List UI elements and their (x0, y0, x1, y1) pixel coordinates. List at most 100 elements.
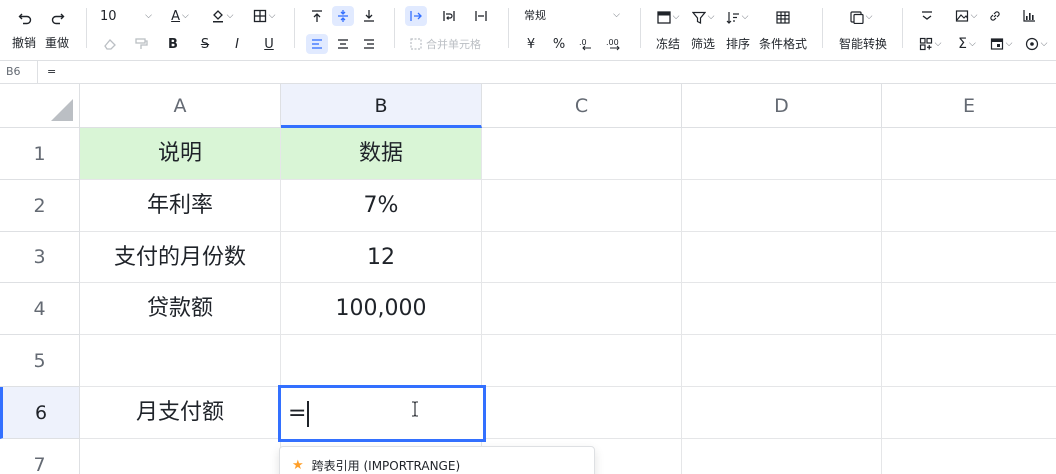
link-icon[interactable] (985, 6, 1005, 26)
pivot-table-icon[interactable]: ⌵ (985, 34, 1017, 54)
row-header-2[interactable]: 2 (0, 180, 80, 232)
smart-convert-button[interactable]: 智能转换 (839, 35, 887, 52)
column-header-b[interactable]: B (281, 84, 482, 128)
align-top-icon[interactable] (306, 6, 328, 26)
autocomplete-item-importrange[interactable]: ★ 跨表引用 (IMPORTRANGE) (292, 457, 460, 474)
chart-icon[interactable] (1018, 6, 1040, 26)
sum-icon[interactable]: Σ ⌵ (953, 34, 981, 54)
cell-e7[interactable] (882, 439, 1056, 474)
insert-component-icon[interactable]: ⌵ (914, 34, 946, 54)
cell-a7[interactable] (80, 439, 281, 474)
cell-e6[interactable] (882, 387, 1056, 439)
clip-text-icon[interactable] (470, 6, 492, 26)
borders-button[interactable]: ⌵ (248, 6, 280, 26)
italic-icon[interactable]: I (227, 34, 247, 54)
smart-convert-icon[interactable]: ⌵ (846, 8, 876, 26)
undo-button[interactable]: 撤销 (12, 34, 36, 51)
sort-icon[interactable]: ⌵ (722, 8, 752, 26)
cell-e4[interactable] (882, 283, 1056, 335)
cell-c4[interactable] (482, 283, 682, 335)
cell-b4[interactable]: 100,000 (281, 283, 482, 335)
more-options-icon[interactable]: ⌵ (1020, 34, 1052, 54)
redo-icon[interactable] (47, 8, 69, 28)
column-header-c[interactable]: C (482, 84, 682, 128)
cell-e2[interactable] (882, 180, 1056, 232)
row-header-1[interactable]: 1 (0, 128, 80, 180)
font-color-button[interactable]: A ⌵ (166, 6, 194, 26)
cell-a6[interactable]: 月支付额 (80, 387, 281, 439)
row-header-5[interactable]: 5 (0, 335, 80, 387)
conditional-format-button[interactable]: 条件格式 (759, 35, 807, 52)
active-cell-editor[interactable]: = (278, 385, 486, 442)
eraser-icon[interactable] (100, 34, 120, 54)
cell-a1[interactable]: 说明 (80, 128, 281, 180)
filter-button[interactable]: 筛选 (691, 35, 715, 52)
strikethrough-icon[interactable]: S (195, 34, 215, 54)
row-header-4[interactable]: 4 (0, 283, 80, 335)
cell-a5[interactable] (80, 335, 281, 387)
increase-decimal-icon[interactable]: .00 (604, 34, 626, 54)
cell-c2[interactable] (482, 180, 682, 232)
freeze-icon[interactable]: ⌵ (653, 8, 683, 26)
row-header-7[interactable]: 7 (0, 439, 80, 474)
collapse-toolbar-icon[interactable] (916, 6, 938, 26)
cell-e3[interactable] (882, 232, 1056, 283)
cell-a2[interactable]: 年利率 (80, 180, 281, 232)
column-header-a[interactable]: A (80, 84, 281, 128)
cell-b2[interactable]: 7% (281, 180, 482, 232)
chevron-down-icon: ⌵ (613, 10, 620, 20)
column-header-d[interactable]: D (682, 84, 882, 128)
undo-icon[interactable] (14, 8, 36, 28)
align-middle-icon[interactable] (332, 6, 354, 26)
toolbar-divider (294, 8, 295, 48)
svg-text:.00: .00 (606, 38, 619, 47)
toolbar-divider (86, 8, 87, 48)
conditional-format-icon[interactable] (772, 8, 794, 26)
cell-a4[interactable]: 贷款额 (80, 283, 281, 335)
filter-icon[interactable]: ⌵ (688, 8, 718, 26)
bold-icon[interactable]: B (163, 34, 183, 54)
align-bottom-icon[interactable] (358, 6, 380, 26)
column-header-e[interactable]: E (882, 84, 1056, 128)
cell-a3[interactable]: 支付的月份数 (80, 232, 281, 283)
freeze-button[interactable]: 冻结 (656, 35, 680, 52)
row-header-6[interactable]: 6 (0, 387, 80, 439)
currency-button[interactable]: ¥ (522, 34, 540, 54)
wrap-text-icon[interactable] (438, 6, 460, 26)
cell-b3[interactable]: 12 (281, 232, 482, 283)
align-left-icon[interactable] (306, 34, 328, 54)
cell-d7[interactable] (682, 439, 882, 474)
cell-b1[interactable]: 数据 (281, 128, 482, 180)
cell-d5[interactable] (682, 335, 882, 387)
cell-d3[interactable] (682, 232, 882, 283)
decrease-decimal-icon[interactable]: .0 (576, 34, 598, 54)
cell-c6[interactable] (482, 387, 682, 439)
align-right-icon[interactable] (358, 34, 380, 54)
merge-cells-button[interactable]: 合并单元格 (410, 34, 494, 54)
cell-c3[interactable] (482, 232, 682, 283)
redo-button[interactable]: 重做 (45, 34, 69, 51)
select-all-corner[interactable] (0, 84, 80, 128)
insert-image-icon[interactable]: ⌵ (950, 6, 982, 26)
cell-reference-box[interactable]: B6 (0, 61, 38, 83)
cell-d4[interactable] (682, 283, 882, 335)
formula-input[interactable]: = (47, 61, 56, 83)
cell-d6[interactable] (682, 387, 882, 439)
font-size-select[interactable]: 10 ⌵ (100, 6, 152, 26)
sort-button[interactable]: 排序 (726, 35, 750, 52)
align-center-icon[interactable] (332, 34, 354, 54)
cell-b5[interactable] (281, 335, 482, 387)
text-overflow-icon[interactable] (405, 6, 427, 26)
cell-d1[interactable] (682, 128, 882, 180)
row-header-3[interactable]: 3 (0, 232, 80, 283)
cell-e5[interactable] (882, 335, 1056, 387)
percent-button[interactable]: % (549, 34, 569, 54)
format-painter-icon[interactable] (131, 34, 151, 54)
underline-icon[interactable]: U (259, 34, 279, 54)
fill-color-button[interactable]: ⌵ (206, 6, 238, 26)
cell-c1[interactable] (482, 128, 682, 180)
cell-c5[interactable] (482, 335, 682, 387)
cell-e1[interactable] (882, 128, 1056, 180)
cell-d2[interactable] (682, 180, 882, 232)
number-format-select[interactable]: 常规 ⌵ (524, 6, 620, 24)
